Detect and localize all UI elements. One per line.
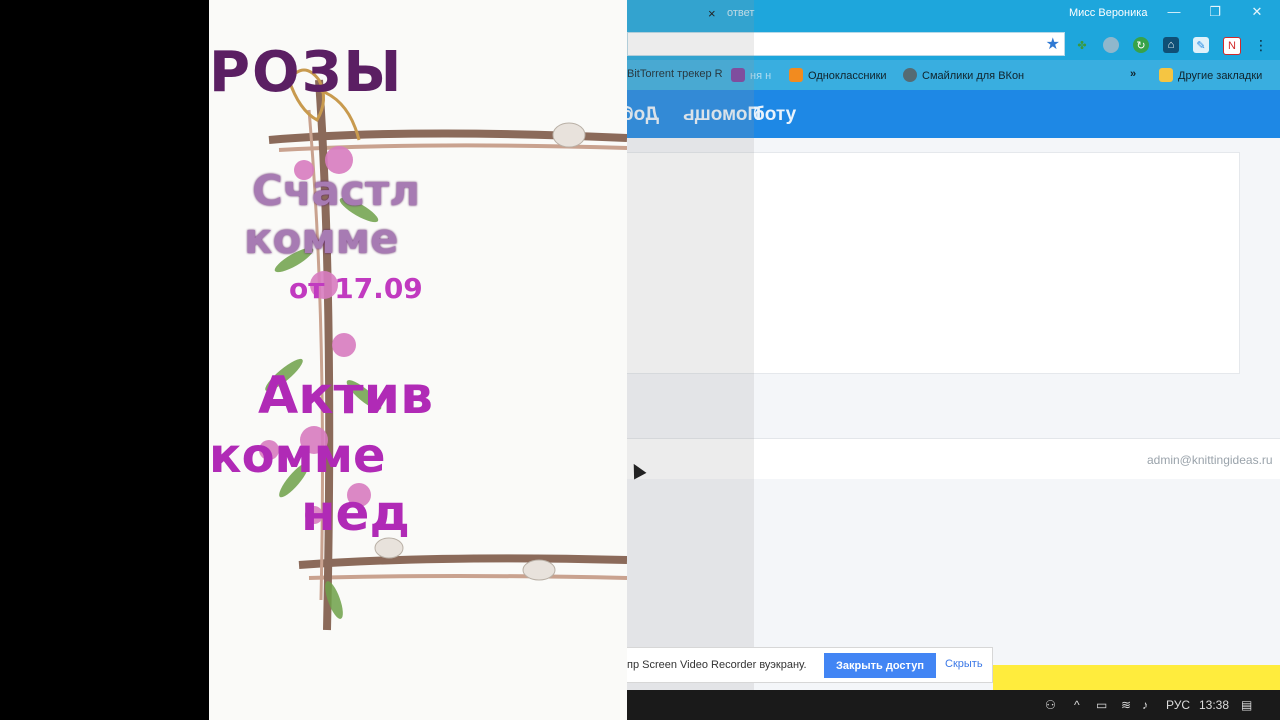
language-indicator[interactable]: РУС [1166,698,1190,712]
slide-active-line2: комме [209,428,386,484]
browser-window: × ответ Мисс Вероника — ❐ ✕ ★ ✤ ↻ ⌂ ✎ N … [627,0,1280,720]
restore-icon[interactable]: ❐ [1205,4,1225,20]
slide-date: от 17.09 [289,272,423,305]
profile-name[interactable]: Мисс Вероника [1069,7,1147,19]
extension-icon-6[interactable]: N [1223,37,1241,55]
minimize-icon[interactable]: — [1164,4,1184,19]
battery-icon[interactable]: ▭ [1096,698,1107,712]
other-bookmarks[interactable]: Другие закладки [1159,68,1262,82]
screen-share-notice: пр Screen Video Recorder вуэкрану. Закры… [627,647,993,683]
stop-sharing-button[interactable]: Закрыть доступ [824,653,936,678]
wifi-icon[interactable]: ≋ [1121,698,1131,712]
bookmarks-more-icon[interactable]: » [1130,68,1136,80]
taskbar: ⚇ ^ ▭ ≋ ♪ РУС 13:38 ▤ [627,690,1280,720]
extension-icon-5[interactable]: ✎ [1193,37,1209,53]
share-notice-text: пр Screen Video Recorder вуэкрану. [627,659,807,671]
menu-icon[interactable]: ⋮ [1253,37,1269,53]
extension-icon-3[interactable]: ↻ [1133,37,1149,53]
volume-icon[interactable]: ♪ [1142,698,1148,712]
footer-email[interactable]: admin@knittingideas.ru [1147,453,1273,467]
bookmark-star-icon[interactable]: ★ [1046,34,1060,54]
slide-image [209,0,627,720]
clock[interactable]: 13:38 [1199,698,1229,712]
close-icon[interactable]: ✕ [1247,4,1267,20]
extension-icon-4[interactable]: ⌂ [1163,37,1179,53]
transition-overlay [627,0,754,720]
slide-active-line3: нед [301,484,410,542]
folder-icon [1159,68,1173,82]
slide-lucky-line2: комме [244,214,399,263]
extension-icon-1[interactable]: ✤ [1074,37,1090,53]
gear-icon [903,68,917,82]
bookmark-smileys[interactable]: Смайлики для ВКон [903,68,1024,82]
branch-frame-illustration [259,68,627,631]
chevron-up-icon[interactable]: ^ [1074,698,1080,712]
people-icon[interactable]: ⚇ [1045,698,1056,712]
extension-icon-2[interactable] [1103,37,1119,53]
hide-link[interactable]: Скрыть [945,658,983,670]
slide-lucky-line1: Счастл [252,166,420,215]
notice-highlight [993,665,1280,691]
ok-icon [789,68,803,82]
bookmark-odnoklassniki[interactable]: Одноклассники [789,68,887,82]
notifications-icon[interactable]: ▤ [1241,698,1252,712]
slide-active-line1: Актив [258,366,434,426]
slide-title: РОЗЫ [209,40,404,105]
nav-work-link[interactable]: боту [753,104,796,126]
